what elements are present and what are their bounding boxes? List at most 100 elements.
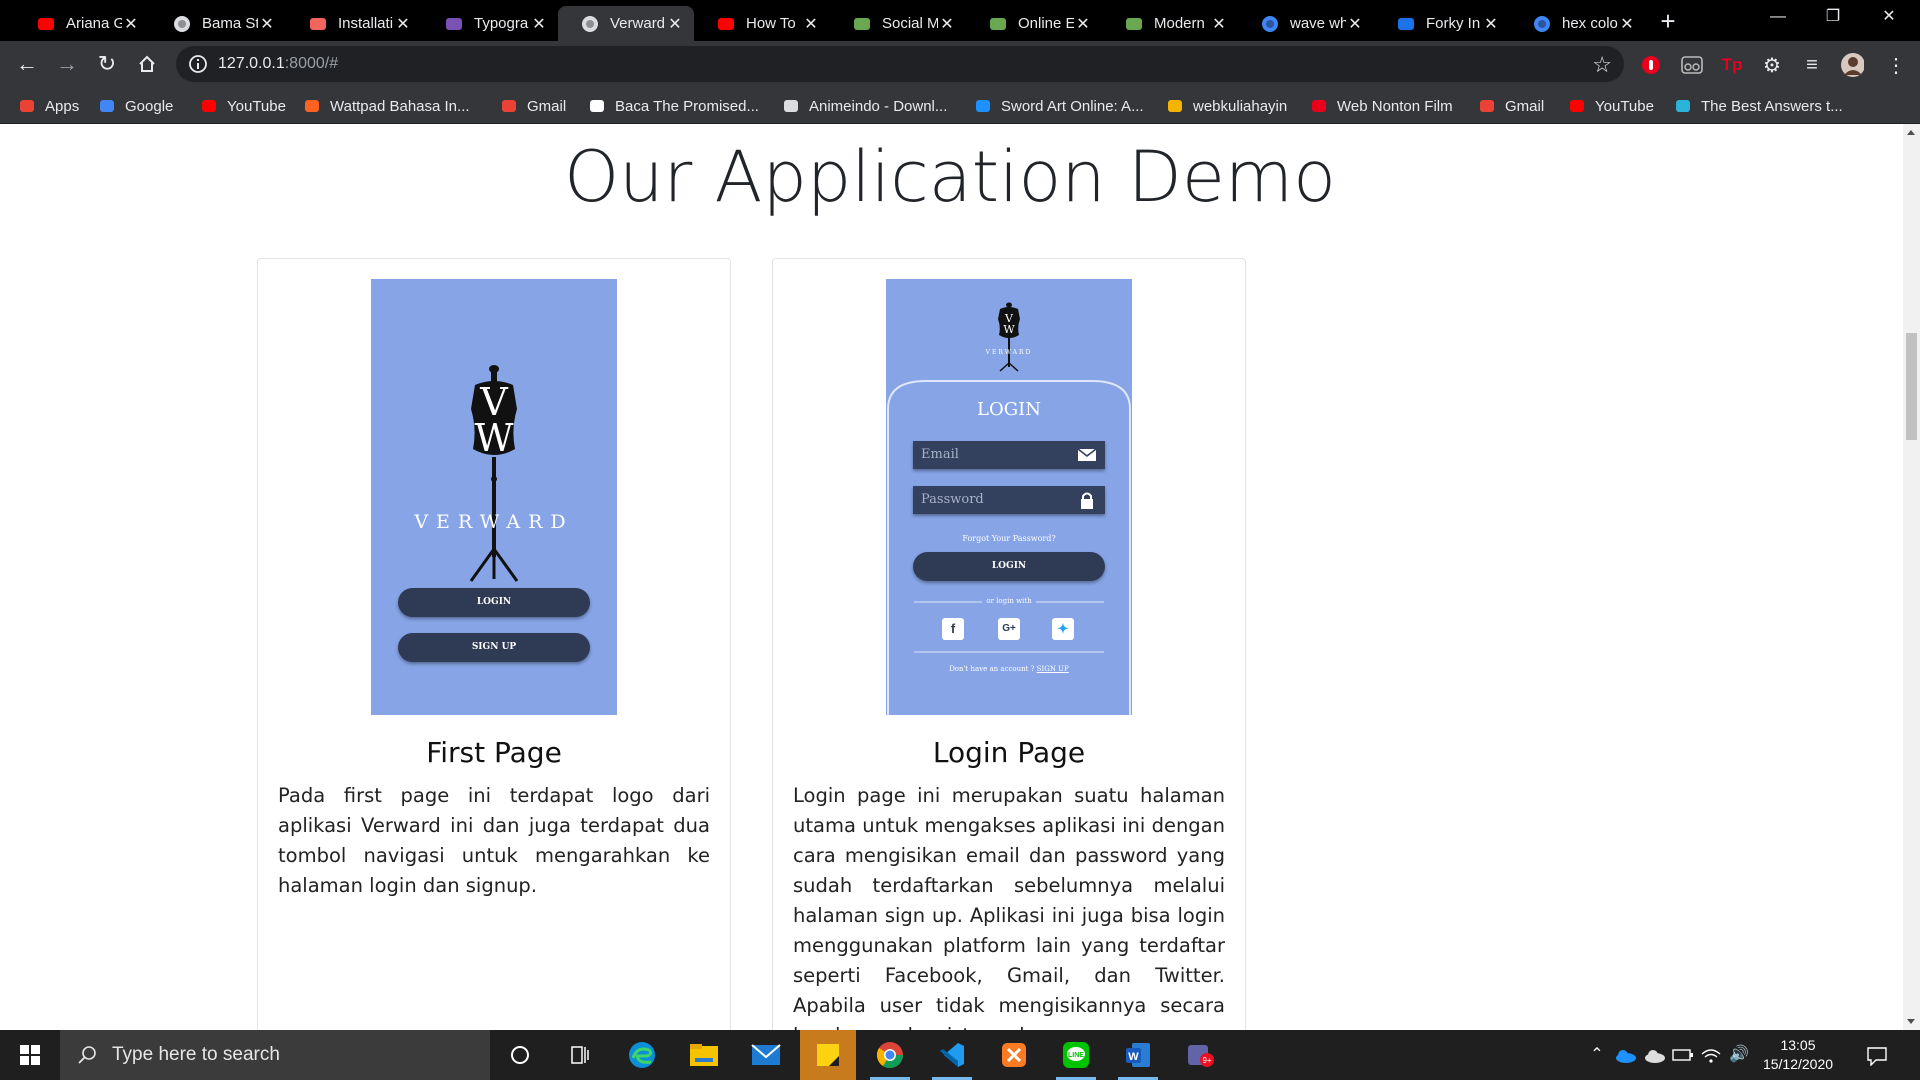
browser-tab[interactable]: Ariana G ✕ [14, 6, 150, 41]
browser-tab[interactable]: How To ✕ [694, 6, 830, 41]
browser-tab[interactable]: hex colo ✕ [1510, 6, 1646, 41]
bookmark-item[interactable]: Gmail [1478, 95, 1544, 117]
bookmark-item[interactable]: Sword Art Online: A... [974, 95, 1144, 117]
bookmark-item[interactable]: Wattpad Bahasa In... [303, 95, 470, 117]
tab-close-icon[interactable]: ✕ [1210, 14, 1228, 34]
edge-icon[interactable] [614, 1030, 670, 1080]
tab-close-icon[interactable]: ✕ [938, 14, 956, 34]
browser-tab[interactable]: Installati ✕ [286, 6, 422, 41]
extension-tp-icon[interactable]: Tp [1720, 53, 1744, 77]
vscode-icon[interactable] [924, 1030, 980, 1080]
browser-tab[interactable]: Verward ✕ [558, 6, 694, 41]
sync-cloud-icon[interactable] [1644, 1044, 1666, 1066]
bookmark-item[interactable]: Apps [18, 95, 79, 117]
extension-red-icon[interactable] [1639, 53, 1663, 77]
onedrive-icon[interactable] [1614, 1044, 1636, 1066]
bookmark-label: YouTube [227, 97, 286, 115]
laravel-icon [308, 14, 328, 34]
media-queue-icon[interactable]: ≡ [1800, 53, 1824, 77]
tab-close-icon[interactable]: ✕ [1346, 14, 1364, 34]
bookmark-item[interactable]: YouTube [1568, 95, 1654, 117]
browser-tab[interactable]: Modern ✕ [1102, 6, 1238, 41]
tab-title: How To [746, 15, 796, 32]
scrollbar-thumb[interactable] [1906, 333, 1917, 440]
browser-tab[interactable]: Typogra ✕ [422, 6, 558, 41]
browser-tab[interactable]: Online E ✕ [966, 6, 1102, 41]
new-tab-button[interactable]: + [1655, 8, 1681, 34]
google-icon [1260, 14, 1280, 34]
show-hidden-icons-icon[interactable]: ⌃ [1586, 1044, 1608, 1066]
browser-tab[interactable]: Bama St ✕ [150, 6, 286, 41]
bookmark-star-icon[interactable]: ☆ [1592, 52, 1612, 78]
system-clock[interactable]: 13:05 15/12/2020 [1756, 1036, 1840, 1074]
task-view-icon[interactable] [552, 1030, 608, 1080]
svg-text:LINE: LINE [1068, 1052, 1084, 1059]
extensions-puzzle-icon[interactable]: ⚙ [1760, 53, 1784, 77]
bookmark-label: Apps [45, 97, 80, 115]
line-icon[interactable]: LINE [1048, 1030, 1104, 1080]
volume-icon[interactable]: 🔊 [1728, 1044, 1750, 1066]
tab-title: Bama St [202, 15, 258, 32]
back-icon[interactable]: ← [12, 49, 42, 79]
tab-close-icon[interactable]: ✕ [258, 14, 276, 34]
extension-glasses-icon[interactable] [1680, 53, 1704, 77]
site-info-icon[interactable] [188, 54, 208, 74]
scroll-up-arrow-icon[interactable] [1907, 130, 1915, 135]
bookmark-item[interactable]: Gmail [500, 95, 566, 117]
bookmark-item[interactable]: YouTube [200, 95, 286, 117]
google-icon [1532, 14, 1552, 34]
webkuliah-icon [1166, 97, 1184, 115]
home-icon[interactable] [132, 49, 162, 79]
wattpad-icon [303, 97, 321, 115]
restore-button[interactable]: ❐ [1810, 0, 1856, 34]
tab-close-icon[interactable]: ✕ [1074, 14, 1092, 34]
bookmark-item[interactable]: Animeindo - Downl... [782, 95, 947, 117]
bookmark-item[interactable]: Google [98, 95, 173, 117]
xampp-icon[interactable] [986, 1030, 1042, 1080]
page-scrollbar[interactable] [1903, 124, 1920, 1030]
url-text[interactable]: 127.0.0.1:8000/# [218, 55, 338, 73]
browser-tab[interactable]: wave wh ✕ [1238, 6, 1374, 41]
profile-avatar[interactable] [1840, 53, 1864, 77]
tab-close-icon[interactable]: ✕ [122, 14, 140, 34]
tab-close-icon[interactable]: ✕ [1482, 14, 1500, 34]
url-path: :8000/# [284, 55, 339, 72]
minimize-button[interactable]: — [1755, 0, 1801, 34]
bookmark-item[interactable]: Web Nonton Film [1310, 95, 1453, 117]
wifi-icon[interactable] [1700, 1044, 1722, 1066]
file-explorer-icon[interactable] [676, 1030, 732, 1080]
tab-close-icon[interactable]: ✕ [394, 14, 412, 34]
word-icon[interactable]: W [1110, 1030, 1166, 1080]
clock-date: 15/12/2020 [1762, 1056, 1834, 1072]
tab-close-icon[interactable]: ✕ [802, 14, 820, 34]
bookmark-item[interactable]: webkuliahayin [1166, 95, 1287, 117]
address-bar[interactable]: 127.0.0.1:8000/# ☆ [176, 46, 1624, 82]
facebook-icon: f [942, 618, 964, 640]
tab-close-icon[interactable]: ✕ [666, 14, 684, 34]
tab-title: hex colo [1562, 15, 1618, 32]
forward-icon[interactable]: → [52, 49, 82, 79]
tab-close-icon[interactable]: ✕ [1618, 14, 1636, 34]
google-icon [98, 97, 116, 115]
chrome-icon[interactable] [862, 1030, 918, 1080]
taskbar-search-box[interactable]: Type here to search [60, 1030, 490, 1080]
reload-icon[interactable]: ↻ [92, 49, 122, 79]
tab-strip: Ariana G ✕ Bama St ✕ Installati ✕ Typogra ✕ Verw… [0, 0, 1920, 41]
mail-app-icon[interactable] [738, 1030, 794, 1080]
cortana-icon[interactable] [492, 1030, 548, 1080]
bookmark-item[interactable]: Baca The Promised... [588, 95, 759, 117]
notifications-icon[interactable] [1866, 1044, 1888, 1067]
teams-icon[interactable]: 9+ [1172, 1030, 1228, 1080]
battery-icon[interactable] [1672, 1044, 1694, 1066]
tab-close-icon[interactable]: ✕ [530, 14, 548, 34]
sticky-notes-icon[interactable] [800, 1030, 856, 1080]
browser-tab[interactable]: Social M ✕ [830, 6, 966, 41]
browser-toolbar: ← → ↻ 127.0.0.1:8000/# ☆ Tp ⚙ ≡ ⋮ [0, 41, 1920, 87]
chrome-menu-icon[interactable]: ⋮ [1884, 53, 1908, 77]
browser-tab[interactable]: Forky In ✕ [1374, 6, 1510, 41]
start-button[interactable] [0, 1030, 60, 1080]
close-window-button[interactable]: ✕ [1866, 0, 1912, 34]
bookmark-item[interactable]: The Best Answers t... [1674, 95, 1843, 117]
scroll-down-arrow-icon[interactable] [1907, 1019, 1915, 1024]
google-plus-icon: G+ [998, 618, 1020, 640]
